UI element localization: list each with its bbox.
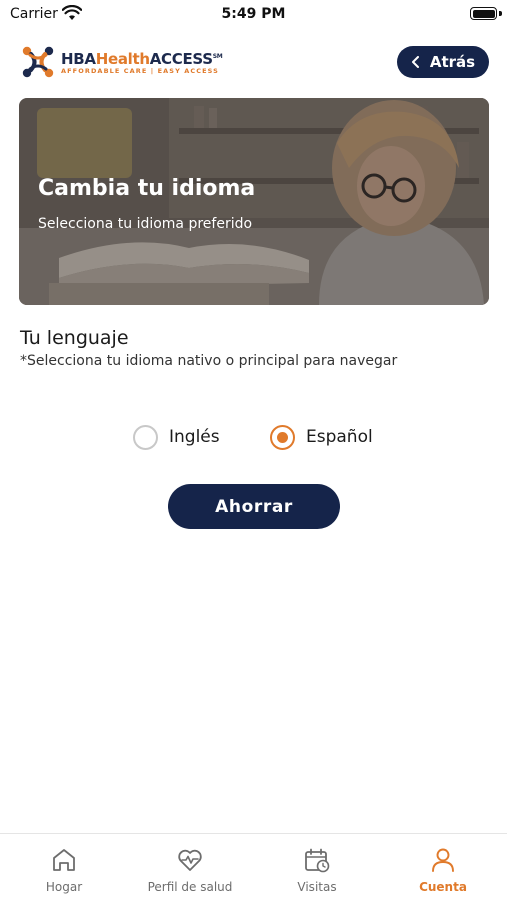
radio-button-selected[interactable]: [270, 424, 295, 450]
radio-button-unselected[interactable]: [133, 424, 158, 450]
hba-logo: HBAHealthACCESSSM AFFORDABLE CARE | EASY…: [20, 44, 223, 80]
user-icon: [432, 848, 454, 872]
back-button[interactable]: Atrás: [397, 46, 489, 78]
language-section-title: Tu lenguaje: [20, 327, 129, 349]
tab-visits-label: Visitas: [297, 880, 337, 894]
radio-label-spanish: Español: [306, 427, 373, 447]
radio-option-spanish[interactable]: Español: [270, 424, 373, 450]
tab-health-profile[interactable]: Perfil de salud: [135, 846, 245, 894]
calendar-clock-icon: [305, 848, 330, 873]
tab-account[interactable]: Cuenta: [388, 846, 498, 894]
language-section-note: *Selecciona tu idioma nativo o principal…: [20, 353, 398, 369]
status-bar: Carrier 5:49 PM: [0, 0, 507, 30]
chevron-left-icon: [411, 56, 419, 68]
heart-pulse-icon: [178, 849, 202, 871]
radio-option-english[interactable]: Inglés: [133, 424, 220, 450]
tab-home-label: Hogar: [45, 880, 83, 894]
tab-health-profile-label: Perfil de salud: [147, 880, 233, 894]
logo-tagline: AFFORDABLE CARE | EASY ACCESS: [61, 66, 219, 75]
home-icon: [53, 849, 75, 871]
hero-image: [19, 98, 489, 305]
radio-label-english: Inglés: [169, 427, 220, 447]
hero-title: Cambia tu idioma: [38, 176, 256, 201]
tab-home[interactable]: Hogar: [9, 846, 119, 894]
hero-subtitle: Selecciona tu idioma preferido: [38, 216, 253, 232]
tab-visits[interactable]: Visitas: [262, 846, 372, 894]
hero-banner: Cambia tu idioma Selecciona tu idioma pr…: [19, 98, 489, 305]
back-button-label: Atrás: [429, 53, 476, 71]
status-time: 5:49 PM: [221, 6, 286, 22]
logo-mark-icon: [22, 46, 54, 78]
battery-icon: [470, 7, 497, 20]
tab-account-label: Cuenta: [419, 880, 467, 894]
save-button[interactable]: Ahorrar: [168, 484, 340, 529]
logo-wordmark: HBAHealthACCESSSM: [61, 49, 223, 68]
bottom-tab-bar: Hogar Perfil de salud Visitas Cuenta: [0, 833, 507, 900]
